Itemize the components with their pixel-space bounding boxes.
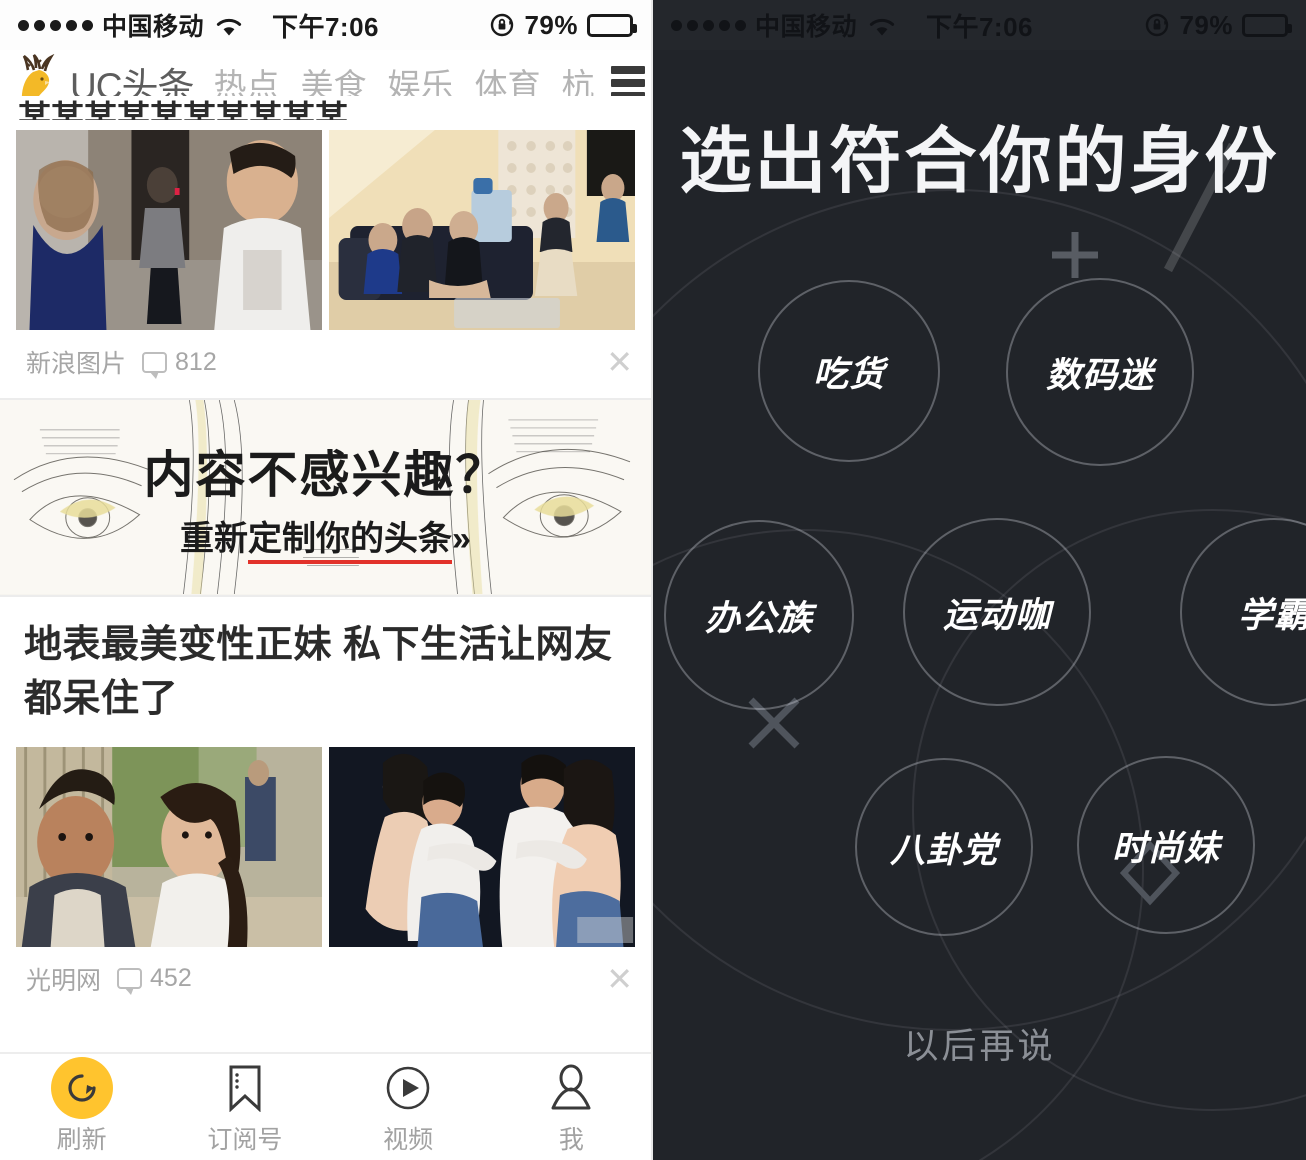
signal-dots-icon [671,19,746,31]
close-icon[interactable]: ✕ [606,346,633,378]
identity-picker: 选出符合你的身份 吃货 数码迷 学霸 办公族 运动咖 八卦党 时尚妹 以后再说 [653,50,1306,1160]
identity-bubble-label: 数码迷 [1045,355,1154,395]
comment-bubble-icon [142,351,168,379]
identity-bubble-xueba[interactable]: 学霸 [1180,518,1306,706]
person-icon [549,1060,593,1116]
comment-bubble-icon [117,968,143,996]
thumbnail-image[interactable] [329,130,635,330]
thumbnail-image[interactable] [329,746,635,947]
nav-item-video[interactable]: 视频 [328,1060,488,1156]
close-icon[interactable]: ✕ [606,963,633,995]
battery-percent-label: 79% [1179,9,1233,40]
nav-item-refresh[interactable]: 刷新 [2,1057,162,1156]
identity-bubble-baguadang[interactable]: 八卦党 [855,758,1033,936]
skip-button[interactable]: 以后再说 [653,1018,1306,1069]
thumbnail-image[interactable] [16,746,322,947]
nav-label-refresh: 刷新 [56,1126,107,1154]
article-title[interactable]: 地表最美变性正妹 私下生活让网友都呆住了 [0,597,651,737]
source-label: 新浪图片 [26,350,127,378]
identity-bubble-chihuo[interactable]: 吃货 [758,280,940,462]
feed-item-2-images[interactable] [0,746,651,947]
bottom-navigation-bar: 刷新 订阅号 视频 我 [0,1052,651,1160]
identity-bubble-label: 八卦党 [889,830,998,870]
rotation-lock-icon [489,12,515,38]
rotation-lock-icon [1144,12,1170,38]
video-play-icon [384,1060,432,1116]
battery-percent-label: 79% [524,9,578,40]
identity-bubble-bangongzu[interactable]: 办公族 [664,520,854,710]
banner-title: 内容不感兴趣？ [143,447,508,503]
thumbnail-image[interactable] [16,130,322,330]
identity-title-wrap: 选出符合你的身份 [653,102,1306,207]
comment-count[interactable]: 452 [117,964,192,996]
dual-screenshot-stage: 中国移动 下午7:06 79% UC头条 热点 美食 娱乐 体育 杭 某某某某某… [0,0,1306,1160]
bookmark-icon [225,1060,265,1116]
banner-subtitle[interactable]: 重新定制你的头条» [180,511,471,564]
right-phone-screen: 中国移动 下午7:06 79% 选出符合你的身份 吃货 数码迷 学霸 办公族 运… [653,0,1306,1160]
battery-icon [587,13,637,37]
identity-bubble-label: 运动咖 [942,595,1051,635]
identity-bubble-yundongka[interactable]: 运动咖 [903,518,1091,706]
comment-count-label: 812 [175,347,217,376]
nav-label-video: 视频 [383,1126,434,1154]
news-feed: 某某某某某某某某某某 新浪图片 812 ✕ 内容不感兴趣？ 重新定制你的头条» … [0,96,651,1015]
wifi-icon [215,14,243,36]
comment-count[interactable]: 812 [142,347,217,379]
left-phone-screen: 中国移动 下午7:06 79% UC头条 热点 美食 娱乐 体育 杭 某某某某某… [0,0,653,1160]
status-bar-left-group: 中国移动 [18,7,243,43]
comment-count-label: 452 [150,964,192,993]
refresh-icon [50,1057,113,1119]
hamburger-menu-icon[interactable] [605,66,645,100]
nav-label-subscription: 订阅号 [207,1126,283,1154]
identity-bubble-label: 吃货 [812,354,885,394]
identity-bubble-label: 办公族 [704,598,813,638]
status-bar-left: 中国移动 下午7:06 79% [0,0,651,50]
source-label: 光明网 [26,966,102,995]
carrier-label: 中国移动 [102,13,205,41]
signal-dots-icon [18,19,93,31]
cut-off-headline[interactable]: 某某某某某某某某某某 [0,96,651,120]
feed-item-1-meta: 新浪图片 812 ✕ [0,330,651,398]
identity-bubble-label: 时尚妹 [1111,828,1220,868]
identity-bubble-shishangmei[interactable]: 时尚妹 [1077,756,1255,934]
status-bar-right-group: 79% [489,9,637,41]
carrier-label: 中国移动 [755,13,858,41]
identity-bubble-label: 学霸 [1237,595,1306,635]
nav-item-subscription[interactable]: 订阅号 [165,1060,325,1156]
banner-sub-prefix: 重新 [180,520,249,558]
banner-sub-suffix: » [452,520,471,558]
wifi-icon [868,14,896,36]
status-bar-right: 中国移动 下午7:06 79% [653,0,1306,50]
identity-bubble-shumami[interactable]: 数码迷 [1006,278,1194,466]
nav-label-me: 我 [558,1126,584,1154]
battery-icon [1242,13,1292,37]
feed-item-2-meta: 光明网 452 ✕ [0,947,651,1015]
page-title: 选出符合你的身份 [679,122,1280,202]
status-bar-left-group: 中国移动 [671,7,896,43]
banner-sub-underlined: 定制你的头条 [248,520,453,564]
nav-item-me[interactable]: 我 [491,1060,651,1156]
feed-item-1-images[interactable] [0,130,651,330]
status-bar-right-group: 79% [1144,9,1292,41]
recustomize-banner[interactable]: 内容不感兴趣？ 重新定制你的头条» [0,400,651,595]
